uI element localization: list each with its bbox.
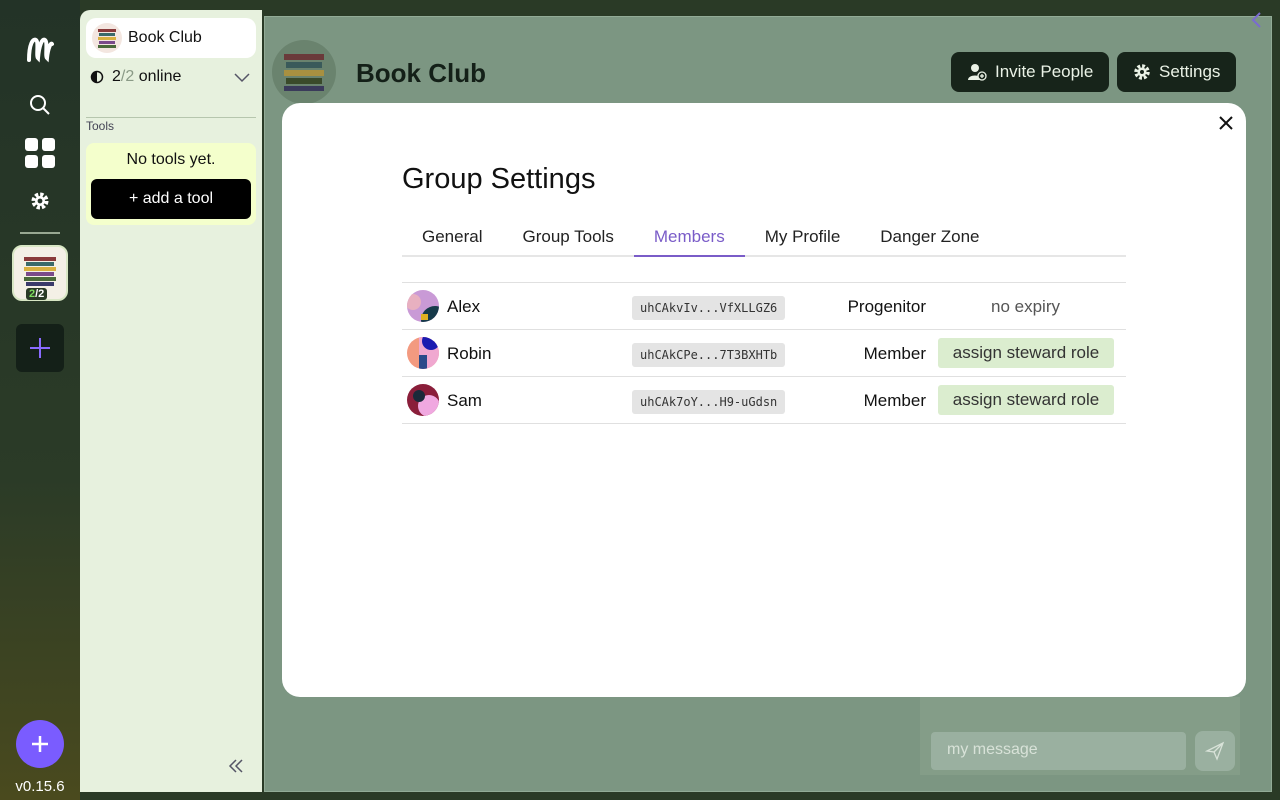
version-label: v0.15.6: [15, 778, 65, 795]
invite-people-button[interactable]: Invite People: [951, 52, 1110, 92]
member-name: Sam: [447, 391, 482, 410]
apps-grid-icon[interactable]: [0, 137, 80, 169]
group-sidebar: Book Club 2/2 online Tools No tools yet.…: [80, 10, 262, 792]
gear-icon[interactable]: [0, 189, 80, 213]
new-group-button[interactable]: [16, 720, 64, 768]
chevron-left-icon[interactable]: [1250, 12, 1264, 33]
group-settings-modal: Group Settings General Group Tools Membe…: [282, 103, 1246, 697]
group-avatar-small: [92, 23, 122, 53]
member-role: Progenitor: [847, 297, 926, 316]
no-tools-text: No tools yet.: [126, 151, 216, 168]
group-header-avatar: [272, 40, 336, 104]
app-rail: 2/2 v0.15.6: [0, 0, 80, 800]
tools-panel: No tools yet. + add a tool: [86, 143, 256, 225]
close-icon[interactable]: [1216, 113, 1236, 133]
rail-divider: [20, 232, 60, 234]
collapse-sidebar-icon[interactable]: [228, 758, 244, 779]
sidebar-divider: [86, 117, 256, 118]
member-avatar: [407, 384, 439, 416]
member-name: Robin: [447, 344, 492, 363]
add-tool-button[interactable]: + add a tool: [91, 179, 251, 219]
member-role: Member: [863, 344, 926, 363]
member-row: Alex uhCAkvIv...VfXLLGZ6 Progenitor no e…: [402, 283, 1126, 330]
tab-group-tools[interactable]: Group Tools: [502, 221, 633, 257]
gear-icon: [1134, 64, 1150, 80]
member-name: Alex: [447, 297, 481, 316]
message-input[interactable]: my message: [931, 732, 1186, 770]
members-list: Alex uhCAkvIv...VfXLLGZ6 Progenitor no e…: [402, 282, 1126, 424]
half-circle-icon: [90, 70, 104, 84]
member-avatar: [407, 290, 439, 322]
member-expiry: no expiry: [991, 297, 1060, 316]
group-title: Book Club: [356, 58, 486, 88]
add-person-icon: [968, 64, 987, 81]
chevron-down-icon[interactable]: [234, 70, 250, 88]
modal-title: Group Settings: [402, 163, 596, 195]
tab-danger-zone[interactable]: Danger Zone: [860, 221, 999, 257]
settings-tabs: General Group Tools Members My Profile D…: [402, 221, 1126, 257]
add-group-button[interactable]: [16, 324, 64, 372]
member-public-key[interactable]: uhCAkCPe...7T3BXHTb: [632, 343, 786, 367]
member-row: Robin uhCAkCPe...7T3BXHTb Member assign …: [402, 330, 1126, 377]
app-logo-icon[interactable]: [0, 32, 80, 66]
tab-general[interactable]: General: [402, 221, 502, 257]
online-status[interactable]: 2/2 online: [90, 68, 181, 86]
member-public-key[interactable]: uhCAkvIv...VfXLLGZ6: [632, 296, 786, 320]
send-button[interactable]: [1195, 731, 1235, 771]
group-name: Book Club: [128, 29, 202, 46]
settings-button[interactable]: Settings: [1117, 52, 1237, 92]
member-avatar: [407, 337, 439, 369]
group-selector[interactable]: Book Club: [86, 18, 256, 58]
assign-steward-button[interactable]: assign steward role: [938, 338, 1114, 368]
tab-members[interactable]: Members: [633, 221, 745, 257]
group-online-count: 2/2: [26, 288, 48, 300]
tab-my-profile[interactable]: My Profile: [745, 221, 861, 257]
assign-steward-button[interactable]: assign steward role: [938, 385, 1114, 415]
search-icon[interactable]: [0, 92, 80, 118]
send-icon: [1205, 741, 1225, 761]
member-public-key[interactable]: uhCAk7oY...H9-uGdsn: [632, 390, 786, 414]
member-role: Member: [863, 391, 926, 410]
member-row: Sam uhCAk7oY...H9-uGdsn Member assign st…: [402, 377, 1126, 424]
tools-label: Tools: [86, 119, 115, 133]
